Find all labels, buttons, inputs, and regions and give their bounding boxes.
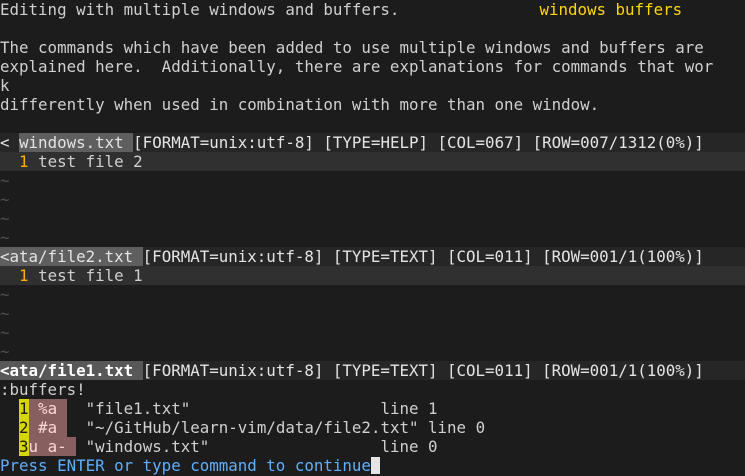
help-text-line: explained here. Additionally, there are …: [0, 57, 714, 76]
help-text-line: k: [0, 76, 10, 95]
status-truncate-marker: <: [0, 133, 20, 152]
empty-line-tilde: ~: [0, 209, 10, 228]
status-line-file2[interactable]: <ata/file2.txt [FORMAT=unix:utf-8] [TYPE…: [0, 247, 745, 266]
line-content: test file 2: [38, 152, 143, 171]
help-header-tag: windows buffers: [539, 0, 683, 19]
help-blank-line: [0, 114, 745, 133]
line-content: test file 1: [38, 266, 143, 285]
buffer-list-item: 3u a- "windows.txt" line 0: [0, 437, 745, 456]
help-blank-line: [0, 19, 745, 38]
command-line-entered: :buffers!: [0, 380, 86, 399]
buffer-number: 2: [19, 418, 29, 437]
buffer-line: line 0: [380, 437, 438, 456]
status-filename: windows.txt: [19, 133, 134, 152]
prompt-text: Press ENTER or type command to continue: [0, 456, 371, 475]
line-number: 1: [19, 152, 29, 171]
help-header-line: Editing with multiple windows and buffer…: [0, 0, 745, 19]
help-text-line: differently when used in combination wit…: [0, 95, 600, 114]
buffer-line-file2[interactable]: 1 test file 2: [0, 152, 745, 171]
empty-line-tilde: ~: [0, 342, 10, 361]
hit-enter-prompt[interactable]: Press ENTER or type command to continue: [0, 456, 745, 475]
status-filename: <ata/file1.txt: [0, 361, 143, 380]
help-text-line: The commands which have been added to us…: [0, 38, 704, 57]
buffer-name: "file1.txt": [85, 399, 381, 418]
empty-line-tilde: ~: [0, 323, 10, 342]
status-info: [FORMAT=unix:utf-8] [TYPE=TEXT] [COL=011…: [142, 247, 704, 266]
empty-line-tilde: ~: [0, 171, 10, 190]
status-line-help[interactable]: < windows.txt [FORMAT=unix:utf-8] [TYPE=…: [0, 133, 745, 152]
empty-line-tilde: ~: [0, 228, 10, 247]
buffer-line: line 1: [380, 399, 438, 418]
buffer-line: line 0: [428, 418, 486, 437]
buffer-name: "windows.txt": [85, 437, 381, 456]
buffer-name: "~/GitHub/learn-vim/data/file2.txt": [85, 418, 429, 437]
empty-line-tilde: ~: [0, 285, 10, 304]
line-number: 1: [19, 266, 29, 285]
status-line-file1[interactable]: <ata/file1.txt [FORMAT=unix:utf-8] [TYPE…: [0, 361, 745, 380]
buffer-number: 3: [19, 437, 29, 456]
text-cursor: [370, 457, 380, 474]
buffer-flags: %a: [28, 399, 67, 418]
empty-line-tilde: ~: [0, 304, 10, 323]
empty-line-tilde: ~: [0, 190, 10, 209]
buffer-flags: u a-: [28, 437, 77, 456]
vim-terminal: Editing with multiple windows and buffer…: [0, 0, 745, 476]
buffer-list-item: 1 %a "file1.txt" line 1: [0, 399, 745, 418]
buffer-line-file1[interactable]: 1 test file 1: [0, 266, 745, 285]
help-header-title: Editing with multiple windows and buffer…: [0, 0, 400, 19]
status-filename: <ata/file2.txt: [0, 247, 143, 266]
buffer-flags: #a: [28, 418, 67, 437]
status-info: [FORMAT=unix:utf-8] [TYPE=TEXT] [COL=011…: [142, 361, 704, 380]
buffer-list-item: 2 #a "~/GitHub/learn-vim/data/file2.txt"…: [0, 418, 745, 437]
status-info: [FORMAT=unix:utf-8] [TYPE=HELP] [COL=067…: [133, 133, 704, 152]
buffer-number: 1: [19, 399, 29, 418]
